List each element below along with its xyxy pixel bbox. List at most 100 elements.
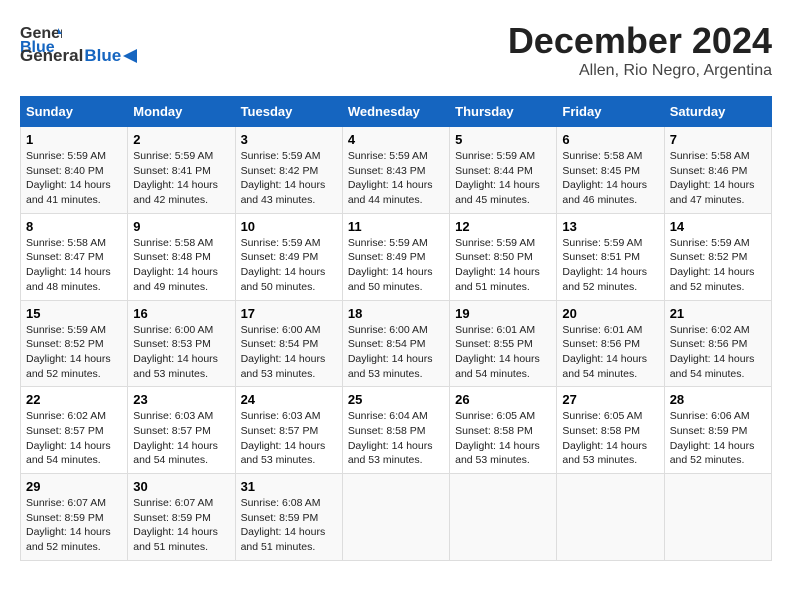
cell-info: Sunrise: 6:05 AMSunset: 8:58 PMDaylight:… [455,410,540,466]
cell-info: Sunrise: 6:07 AMSunset: 8:59 PMDaylight:… [133,497,218,553]
cell-info: Sunrise: 5:58 AMSunset: 8:45 PMDaylight:… [562,150,647,206]
day-number: 10 [241,219,337,234]
day-number: 21 [670,306,766,321]
calendar-cell: 13 Sunrise: 5:59 AMSunset: 8:51 PMDayligh… [557,213,664,300]
calendar-cell [450,474,557,561]
calendar-cell: 19 Sunrise: 6:01 AMSunset: 8:55 PMDayligh… [450,300,557,387]
cell-info: Sunrise: 6:07 AMSunset: 8:59 PMDaylight:… [26,497,111,553]
calendar-cell [664,474,771,561]
calendar-cell: 17 Sunrise: 6:00 AMSunset: 8:54 PMDayligh… [235,300,342,387]
cell-info: Sunrise: 6:02 AMSunset: 8:57 PMDaylight:… [26,410,111,466]
day-number: 8 [26,219,122,234]
week-row-3: 15 Sunrise: 5:59 AMSunset: 8:52 PMDayligh… [21,300,772,387]
calendar-cell [342,474,449,561]
week-row-5: 29 Sunrise: 6:07 AMSunset: 8:59 PMDayligh… [21,474,772,561]
cell-info: Sunrise: 6:06 AMSunset: 8:59 PMDaylight:… [670,410,755,466]
calendar-header-row: SundayMondayTuesdayWednesdayThursdayFrid… [21,97,772,127]
cell-info: Sunrise: 6:01 AMSunset: 8:56 PMDaylight:… [562,324,647,380]
logo-triangle-icon [123,49,137,63]
day-number: 9 [133,219,229,234]
cell-info: Sunrise: 6:08 AMSunset: 8:59 PMDaylight:… [241,497,326,553]
day-number: 18 [348,306,444,321]
day-number: 7 [670,132,766,147]
calendar-cell: 31 Sunrise: 6:08 AMSunset: 8:59 PMDayligh… [235,474,342,561]
calendar-cell: 16 Sunrise: 6:00 AMSunset: 8:53 PMDayligh… [128,300,235,387]
calendar-cell: 23Sunrise: 6:03 AMSunset: 8:57 PMDayligh… [128,387,235,474]
calendar-cell: 12 Sunrise: 5:59 AMSunset: 8:50 PMDayligh… [450,213,557,300]
calendar-cell: 4Sunrise: 5:59 AMSunset: 8:43 PMDaylight… [342,127,449,214]
calendar-cell: 30 Sunrise: 6:07 AMSunset: 8:59 PMDayligh… [128,474,235,561]
header-wednesday: Wednesday [342,97,449,127]
day-number: 30 [133,479,229,494]
calendar-cell: 11 Sunrise: 5:59 AMSunset: 8:49 PMDayligh… [342,213,449,300]
cell-info: Sunrise: 5:59 AMSunset: 8:50 PMDaylight:… [455,237,540,293]
day-number: 24 [241,392,337,407]
header-monday: Monday [128,97,235,127]
day-number: 11 [348,219,444,234]
calendar-cell: 22 Sunrise: 6:02 AMSunset: 8:57 PMDayligh… [21,387,128,474]
cell-info: Sunrise: 6:03 AMSunset: 8:57 PMDaylight:… [133,410,218,466]
day-number: 16 [133,306,229,321]
header-sunday: Sunday [21,97,128,127]
calendar-table: SundayMondayTuesdayWednesdayThursdayFrid… [20,96,772,561]
cell-info: Sunrise: 5:59 AMSunset: 8:49 PMDaylight:… [348,237,433,293]
day-number: 15 [26,306,122,321]
logo-blue: Blue [84,46,121,66]
day-number: 2 [133,132,229,147]
day-number: 3 [241,132,337,147]
cell-info: Sunrise: 6:00 AMSunset: 8:54 PMDaylight:… [348,324,433,380]
day-number: 5 [455,132,551,147]
day-number: 17 [241,306,337,321]
cell-info: Sunrise: 6:05 AMSunset: 8:58 PMDaylight:… [562,410,647,466]
calendar-cell: 8Sunrise: 5:58 AMSunset: 8:47 PMDaylight… [21,213,128,300]
calendar-cell: 6Sunrise: 5:58 AMSunset: 8:45 PMDaylight… [557,127,664,214]
cell-info: Sunrise: 5:59 AMSunset: 8:44 PMDaylight:… [455,150,540,206]
cell-info: Sunrise: 6:02 AMSunset: 8:56 PMDaylight:… [670,324,755,380]
calendar-cell: 14 Sunrise: 5:59 AMSunset: 8:52 PMDayligh… [664,213,771,300]
calendar-cell: 18 Sunrise: 6:00 AMSunset: 8:54 PMDayligh… [342,300,449,387]
calendar-cell: 9 Sunrise: 5:58 AMSunset: 8:48 PMDaylight… [128,213,235,300]
day-number: 13 [562,219,658,234]
week-row-2: 8Sunrise: 5:58 AMSunset: 8:47 PMDaylight… [21,213,772,300]
header-thursday: Thursday [450,97,557,127]
logo: General Blue General Blue [20,20,137,66]
calendar-cell: 21 Sunrise: 6:02 AMSunset: 8:56 PMDayligh… [664,300,771,387]
cell-info: Sunrise: 5:59 AMSunset: 8:43 PMDaylight:… [348,150,433,206]
day-number: 25 [348,392,444,407]
cell-info: Sunrise: 5:59 AMSunset: 8:52 PMDaylight:… [26,324,111,380]
cell-info: Sunrise: 6:00 AMSunset: 8:54 PMDaylight:… [241,324,326,380]
cell-info: Sunrise: 5:59 AMSunset: 8:52 PMDaylight:… [670,237,755,293]
logo-general: General [20,46,83,66]
day-number: 12 [455,219,551,234]
page-subtitle: Allen, Rio Negro, Argentina [508,62,772,80]
cell-info: Sunrise: 5:59 AMSunset: 8:42 PMDaylight:… [241,150,326,206]
cell-info: Sunrise: 5:59 AMSunset: 8:49 PMDaylight:… [241,237,326,293]
cell-info: Sunrise: 5:59 AMSunset: 8:41 PMDaylight:… [133,150,218,206]
cell-info: Sunrise: 6:01 AMSunset: 8:55 PMDaylight:… [455,324,540,380]
page-title: December 2024 [508,20,772,62]
day-number: 31 [241,479,337,494]
cell-info: Sunrise: 5:59 AMSunset: 8:51 PMDaylight:… [562,237,647,293]
cell-info: Sunrise: 5:58 AMSunset: 8:48 PMDaylight:… [133,237,218,293]
cell-info: Sunrise: 6:00 AMSunset: 8:53 PMDaylight:… [133,324,218,380]
header-saturday: Saturday [664,97,771,127]
calendar-cell: 26Sunrise: 6:05 AMSunset: 8:58 PMDayligh… [450,387,557,474]
calendar-cell: 25Sunrise: 6:04 AMSunset: 8:58 PMDayligh… [342,387,449,474]
week-row-4: 22 Sunrise: 6:02 AMSunset: 8:57 PMDayligh… [21,387,772,474]
day-number: 27 [562,392,658,407]
day-number: 28 [670,392,766,407]
calendar-cell: 2 Sunrise: 5:59 AMSunset: 8:41 PMDaylight… [128,127,235,214]
cell-info: Sunrise: 5:58 AMSunset: 8:46 PMDaylight:… [670,150,755,206]
day-number: 29 [26,479,122,494]
calendar-cell [557,474,664,561]
calendar-cell: 24 Sunrise: 6:03 AMSunset: 8:57 PMDayligh… [235,387,342,474]
calendar-cell: 15 Sunrise: 5:59 AMSunset: 8:52 PMDayligh… [21,300,128,387]
calendar-cell: 29 Sunrise: 6:07 AMSunset: 8:59 PMDayligh… [21,474,128,561]
day-number: 14 [670,219,766,234]
cell-info: Sunrise: 6:03 AMSunset: 8:57 PMDaylight:… [241,410,326,466]
day-number: 20 [562,306,658,321]
calendar-cell: 10 Sunrise: 5:59 AMSunset: 8:49 PMDayligh… [235,213,342,300]
week-row-1: 1Sunrise: 5:59 AMSunset: 8:40 PMDaylight… [21,127,772,214]
day-number: 19 [455,306,551,321]
day-number: 22 [26,392,122,407]
